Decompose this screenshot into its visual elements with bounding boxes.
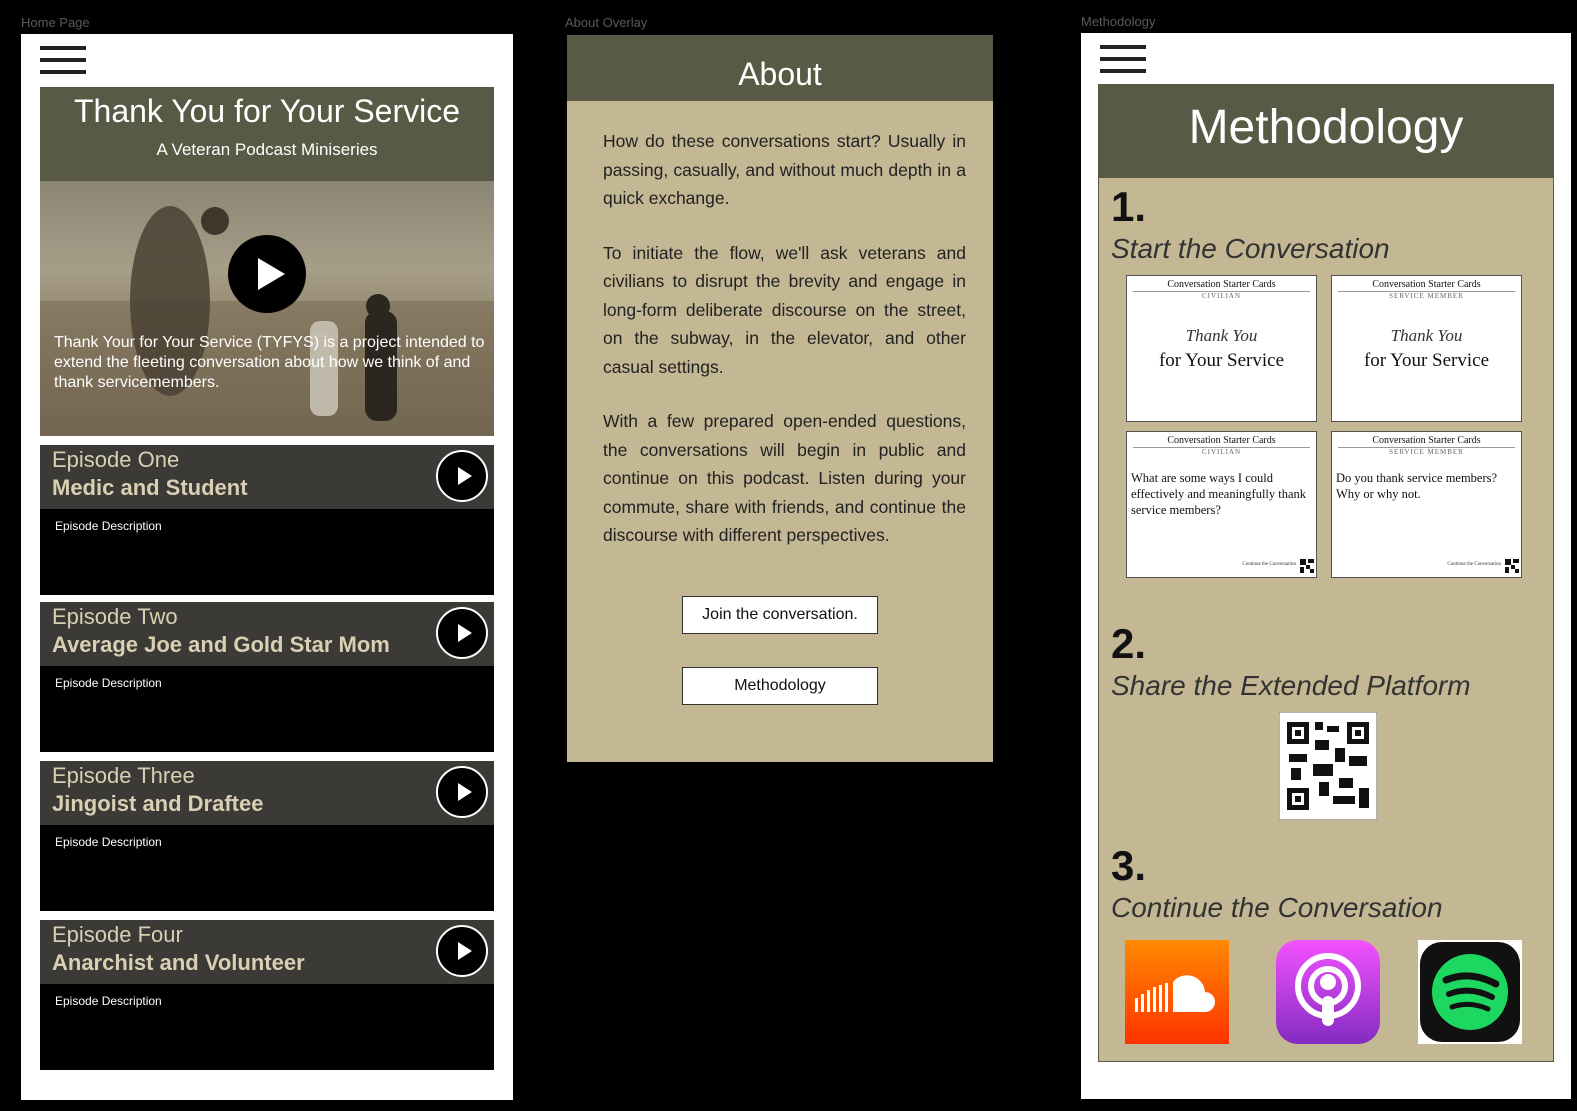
episode-description: Episode Description bbox=[55, 519, 162, 533]
about-paragraph: With a few prepared open-ended questions… bbox=[603, 411, 966, 545]
card-header: Conversation Starter Cards bbox=[1338, 435, 1515, 448]
step-title: Share the Extended Platform bbox=[1111, 670, 1471, 701]
about-paragraph: How do these conversations start? Usuall… bbox=[603, 131, 966, 208]
card-header: Conversation Starter Cards bbox=[1133, 435, 1310, 448]
hamburger-menu-icon[interactable] bbox=[40, 46, 86, 80]
episode-number: Episode Three bbox=[52, 763, 195, 788]
play-icon bbox=[458, 467, 472, 485]
episode-name: Average Joe and Gold Star Mom bbox=[52, 632, 390, 657]
play-icon bbox=[458, 624, 472, 642]
spotify-icon[interactable] bbox=[1418, 940, 1522, 1044]
about-body: How do these conversations start? Usuall… bbox=[567, 101, 993, 550]
episode-header: Episode One Medic and Student bbox=[40, 445, 494, 509]
about-overlay: About How do these conversations start? … bbox=[567, 35, 993, 762]
about-paragraph: To initiate the flow, we'll ask veterans… bbox=[603, 242, 966, 377]
home-frame: Thank You for Your Service A Veteran Pod… bbox=[21, 34, 513, 1100]
card-question: What are some ways I could effectively a… bbox=[1131, 471, 1307, 517]
episode-header: Episode Four Anarchist and Volunteer bbox=[40, 920, 494, 984]
episode-number: Episode Two bbox=[52, 604, 178, 629]
conversation-card[interactable]: Conversation Starter Cards SERVICE MEMBE… bbox=[1331, 275, 1522, 422]
episode-card[interactable]: Episode Two Average Joe and Gold Star Mo… bbox=[40, 602, 494, 752]
methodology-button[interactable]: Methodology bbox=[682, 667, 878, 705]
methodology-frame-label: Methodology bbox=[1081, 14, 1156, 29]
page-title: Thank You for Your Service bbox=[73, 93, 461, 129]
episode-name: Medic and Student bbox=[52, 475, 248, 500]
episode-play-button[interactable] bbox=[436, 766, 488, 818]
card-thank: Thank You bbox=[1185, 326, 1258, 345]
qr-code-icon bbox=[1300, 559, 1314, 573]
apple-podcasts-icon[interactable] bbox=[1276, 940, 1380, 1044]
episode-card[interactable]: Episode One Medic and Student Episode De… bbox=[40, 445, 494, 595]
episode-description: Episode Description bbox=[55, 994, 162, 1008]
card-audience: CIVILIAN bbox=[1201, 448, 1242, 456]
play-icon bbox=[258, 258, 285, 290]
hero-caption: Thank Your for Your Service (TYFYS) is a… bbox=[54, 334, 485, 391]
play-icon bbox=[458, 942, 472, 960]
soundcloud-icon[interactable] bbox=[1125, 940, 1229, 1044]
qr-code-icon[interactable] bbox=[1279, 712, 1377, 820]
episode-name: Jingoist and Draftee bbox=[52, 791, 264, 816]
hamburger-menu-icon[interactable] bbox=[1100, 45, 1146, 79]
episode-number: Episode Four bbox=[52, 922, 183, 947]
episode-play-button[interactable] bbox=[436, 450, 488, 502]
episode-name: Anarchist and Volunteer bbox=[52, 950, 305, 975]
step-number: 2. bbox=[1111, 620, 1147, 667]
hero-image: Thank Your for Your Service (TYFYS) is a… bbox=[40, 181, 494, 436]
card-question: Do you thank service members? Why or why… bbox=[1336, 471, 1498, 501]
about-frame-label: About Overlay bbox=[565, 15, 648, 30]
home-frame-label: Home Page bbox=[21, 15, 90, 30]
card-header: Conversation Starter Cards bbox=[1133, 279, 1310, 292]
conversation-card[interactable]: Conversation Starter Cards CIVILIAN What… bbox=[1126, 431, 1317, 578]
card-thank: Thank You bbox=[1390, 326, 1463, 345]
step-title: Start the Conversation bbox=[1111, 233, 1390, 264]
about-title: About bbox=[567, 35, 993, 101]
episode-play-button[interactable] bbox=[436, 925, 488, 977]
methodology-frame: Methodology 1. Start the Conversation Co… bbox=[1081, 33, 1571, 1099]
methodology-title: Methodology bbox=[1099, 85, 1553, 178]
card-audience: SERVICE MEMBER bbox=[1389, 292, 1464, 300]
episode-header: Episode Three Jingoist and Draftee bbox=[40, 761, 494, 825]
episode-card[interactable]: Episode Four Anarchist and Volunteer Epi… bbox=[40, 920, 494, 1070]
episode-number: Episode One bbox=[52, 447, 180, 472]
episode-description: Episode Description bbox=[55, 676, 162, 690]
hero-header: Thank You for Your Service A Veteran Pod… bbox=[40, 87, 494, 181]
episode-card[interactable]: Episode Three Jingoist and Draftee Episo… bbox=[40, 761, 494, 911]
page-subtitle: A Veteran Podcast Miniseries bbox=[156, 140, 378, 159]
conversation-card[interactable]: Conversation Starter Cards CIVILIAN Than… bbox=[1126, 275, 1317, 422]
episode-play-button[interactable] bbox=[436, 607, 488, 659]
card-audience: SERVICE MEMBER bbox=[1389, 448, 1464, 456]
step-title: Continue the Conversation bbox=[1111, 892, 1443, 923]
methodology-panel: Methodology 1. Start the Conversation Co… bbox=[1098, 84, 1554, 1062]
hero-play-button[interactable] bbox=[228, 235, 306, 313]
card-service: for Your Service bbox=[1363, 350, 1490, 371]
episode-description: Episode Description bbox=[55, 835, 162, 849]
card-service: for Your Service bbox=[1158, 350, 1285, 371]
conversation-card[interactable]: Conversation Starter Cards SERVICE MEMBE… bbox=[1331, 431, 1522, 578]
play-icon bbox=[458, 783, 472, 801]
card-footer: Continue the Conversation bbox=[1447, 562, 1501, 567]
join-conversation-button[interactable]: Join the conversation. bbox=[682, 596, 878, 634]
qr-code-icon bbox=[1505, 559, 1519, 573]
step-number: 3. bbox=[1111, 842, 1147, 889]
card-footer: Continue the Conversation bbox=[1242, 562, 1296, 567]
card-header: Conversation Starter Cards bbox=[1338, 279, 1515, 292]
card-audience: CIVILIAN bbox=[1201, 292, 1242, 300]
episode-header: Episode Two Average Joe and Gold Star Mo… bbox=[40, 602, 494, 666]
step-number: 1. bbox=[1111, 183, 1147, 230]
